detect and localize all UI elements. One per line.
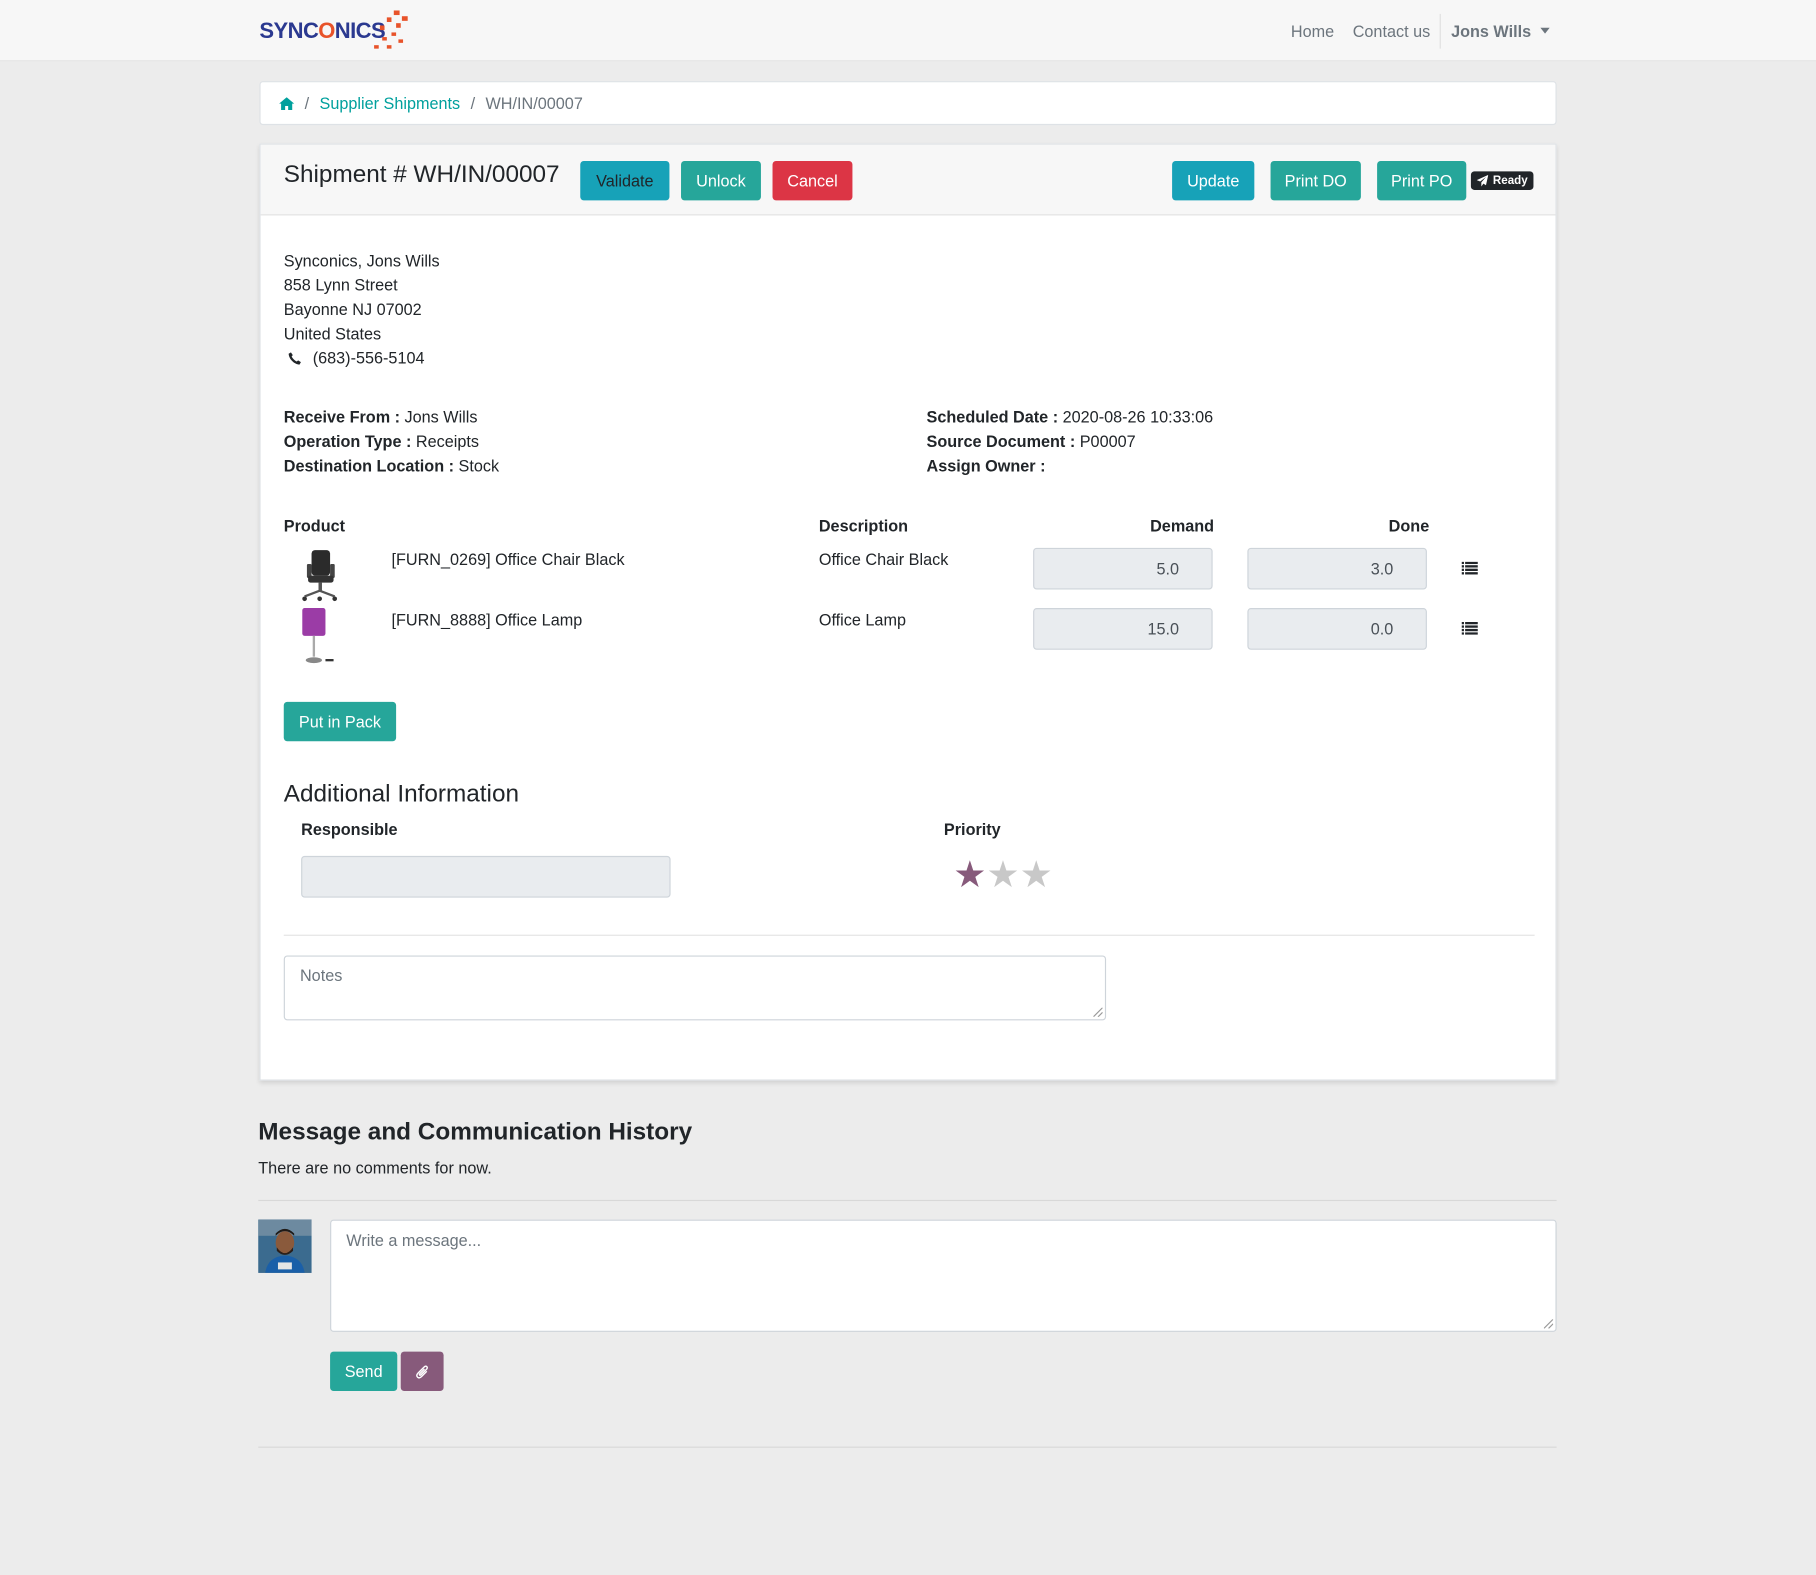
put-in-pack-button[interactable]: Put in Pack	[283, 701, 397, 742]
logo-text: SYNCONICS	[259, 19, 386, 45]
user-menu[interactable]: Jons Wills	[1451, 21, 1550, 40]
priority-star-3-icon[interactable]: ★	[1020, 854, 1053, 896]
notes-placeholder: Notes	[299, 965, 343, 985]
row1-done-value: 3.0	[1370, 559, 1394, 578]
page-title: Shipment # WH/IN/00007	[283, 160, 560, 188]
update-button[interactable]: Update	[1172, 160, 1255, 201]
print-do-button[interactable]: Print DO	[1270, 160, 1361, 201]
office-lamp-image	[302, 608, 334, 664]
scheduled-date-label: Scheduled Date :	[926, 407, 1059, 427]
paper-plane-icon	[1476, 174, 1489, 187]
responsible-field[interactable]	[301, 855, 671, 898]
row1-demand-field[interactable]: 5.0	[1033, 547, 1213, 590]
col-product: Product	[283, 516, 346, 536]
scheduled-date-value: 2020-08-26 10:33:06	[1062, 407, 1214, 427]
message-history-title: Message and Communication History	[258, 1118, 693, 1146]
info-right: Scheduled Date : 2020-08-26 10:33:06 Sou…	[927, 405, 1214, 478]
priority-label: Priority	[943, 820, 1001, 839]
source-document-label: Source Document :	[926, 432, 1076, 451]
paperclip-icon	[415, 1364, 428, 1378]
responsible-label: Responsible	[301, 820, 398, 839]
user-name: Jons Wills	[1451, 21, 1532, 40]
divider	[258, 1446, 1557, 1448]
nav-divider	[1439, 13, 1441, 49]
row1-product: [FURN_0269] Office Chair Black	[391, 550, 625, 569]
chevron-down-icon	[1540, 27, 1550, 34]
message-input[interactable]: Write a message...	[330, 1219, 1557, 1332]
address-phone-row: (683)-556-5104	[284, 346, 440, 370]
row2-done-value: 0.0	[1370, 619, 1394, 639]
address-city: Bayonne NJ 07002	[283, 299, 422, 319]
phone-icon	[288, 352, 301, 365]
status-label: Ready	[1492, 174, 1528, 188]
col-demand: Demand	[1150, 516, 1215, 536]
receive-from-value: Jons Wills	[404, 407, 478, 427]
divider	[258, 1199, 1557, 1202]
validate-button[interactable]: Validate	[580, 160, 670, 201]
priority-star-1-icon[interactable]: ★	[953, 854, 986, 896]
print-po-button[interactable]: Print PO	[1377, 160, 1467, 201]
row2-demand-field[interactable]: 15.0	[1033, 608, 1213, 650]
address-block: Synconics, Jons Wills 858 Lynn Street Ba…	[284, 249, 440, 371]
divider	[283, 934, 1535, 936]
home-icon[interactable]	[279, 96, 295, 110]
office-chair-image	[302, 550, 338, 602]
breadcrumb-separator: /	[470, 93, 476, 113]
attach-button[interactable]	[400, 1351, 444, 1391]
col-done: Done	[1388, 516, 1430, 536]
notes-textarea[interactable]: Notes	[283, 955, 1107, 1021]
status-badge: Ready	[1470, 171, 1534, 190]
nav-home-link[interactable]: Home	[1291, 21, 1334, 40]
row1-demand-value: 5.0	[1156, 559, 1180, 578]
row1-description: Office Chair Black	[818, 550, 949, 569]
row1-list-icon[interactable]	[1461, 561, 1478, 575]
row2-description: Office Lamp	[818, 610, 906, 629]
breadcrumb-current: WH/IN/00007	[485, 93, 583, 113]
no-comments-text: There are no comments for now.	[258, 1158, 492, 1177]
company-logo[interactable]: SYNCONICS	[259, 10, 415, 52]
top-navbar: SYNCONICS Home Contact us Jons Wills	[0, 0, 1816, 62]
card-header: Shipment # WH/IN/00007 Validate Unlock C…	[260, 144, 1556, 216]
col-description: Description	[818, 516, 909, 536]
priority-stars: ★ ★ ★	[953, 854, 1053, 896]
logo-dots-icon	[374, 10, 408, 49]
breadcrumb-separator: /	[304, 93, 310, 113]
send-button[interactable]: Send	[330, 1351, 398, 1391]
breadcrumb-supplier-shipments[interactable]: Supplier Shipments	[320, 94, 461, 113]
address-phone: (683)-556-5104	[312, 348, 425, 368]
row2-done-field[interactable]: 0.0	[1247, 608, 1427, 650]
source-document-value: P00007	[1079, 432, 1136, 451]
message-placeholder: Write a message...	[346, 1231, 482, 1250]
cancel-button[interactable]: Cancel	[772, 160, 853, 201]
avatar	[258, 1219, 312, 1273]
row1-done-field[interactable]: 3.0	[1247, 547, 1427, 590]
operation-type-value: Receipts	[415, 432, 479, 451]
address-country: United States	[283, 324, 382, 343]
info-left: Receive From : Jons Wills Operation Type…	[284, 405, 499, 478]
breadcrumb: / Supplier Shipments / WH/IN/00007	[259, 81, 1557, 126]
resize-handle-icon[interactable]	[1093, 1007, 1103, 1017]
destination-value: Stock	[458, 456, 500, 475]
row2-list-icon[interactable]	[1461, 621, 1478, 635]
address-street: 858 Lynn Street	[283, 275, 398, 295]
resize-handle-icon[interactable]	[1543, 1319, 1554, 1329]
shipment-card: Shipment # WH/IN/00007 Validate Unlock C…	[259, 143, 1557, 1081]
receive-from-label: Receive From :	[283, 407, 401, 427]
address-name: Synconics, Jons Wills	[283, 251, 440, 270]
unlock-button[interactable]: Unlock	[681, 160, 761, 201]
priority-star-2-icon[interactable]: ★	[986, 854, 1019, 896]
nav-links: Home Contact us Jons Wills	[1272, 0, 1550, 61]
row2-demand-value: 15.0	[1147, 619, 1180, 639]
destination-label: Destination Location :	[283, 456, 455, 475]
operation-type-label: Operation Type :	[283, 432, 412, 451]
additional-info-title: Additional Information	[283, 780, 520, 808]
nav-contact-link[interactable]: Contact us	[1353, 21, 1431, 40]
assign-owner-label: Assign Owner :	[926, 456, 1046, 475]
row2-product: [FURN_8888] Office Lamp	[391, 610, 583, 629]
user-avatar-image	[258, 1219, 312, 1273]
